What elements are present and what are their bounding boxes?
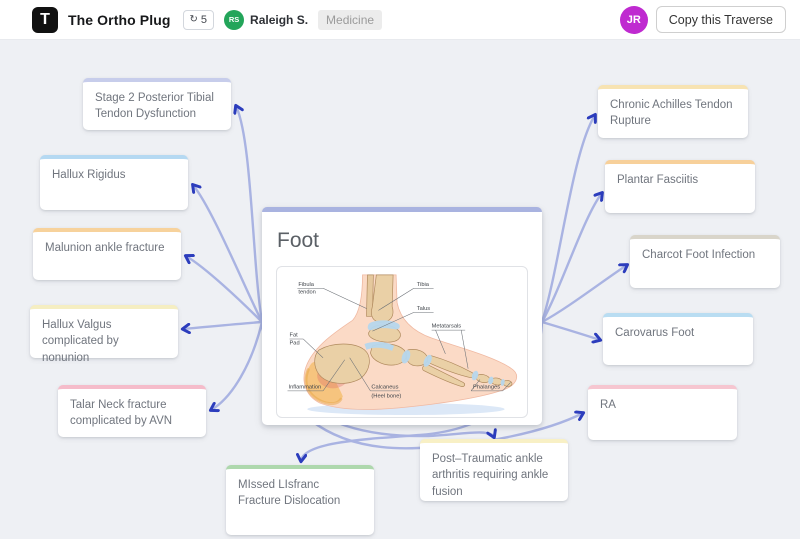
mindmap-canvas[interactable]: Stage 2 Posterior Tibial Tendon Dysfunct… bbox=[0, 40, 800, 539]
center-node-title: Foot bbox=[262, 212, 542, 256]
node-stage2-posterior-tibial-tendon-dysfunction[interactable]: Stage 2 Posterior Tibial Tendon Dysfunct… bbox=[83, 78, 231, 130]
header-left: T The Ortho Plug ↻ 5 RS Raleigh S. Medic… bbox=[32, 7, 382, 33]
diagram-label-phalanges: Phalanges bbox=[473, 384, 500, 390]
logo-letter: T bbox=[40, 11, 50, 29]
app-window: T The Ortho Plug ↻ 5 RS Raleigh S. Medic… bbox=[0, 0, 800, 539]
diagram-label-metatarsals: Metatarsals bbox=[432, 324, 462, 330]
node-hallux-valgus-nonunion[interactable]: Hallux Valgus complicated by nonunion bbox=[30, 305, 178, 358]
node-ra[interactable]: RA bbox=[588, 385, 737, 440]
node-label: RA bbox=[600, 399, 616, 411]
author-avatar: RS bbox=[224, 10, 244, 30]
foot-illustration: Fibula tendon Tibia Talus Metatarsals Fa… bbox=[277, 267, 527, 417]
diagram-label-talus: Talus bbox=[417, 306, 430, 312]
author-name: Raleigh S. bbox=[250, 13, 308, 27]
copy-traverse-button[interactable]: Copy this Traverse bbox=[656, 6, 786, 33]
diagram-label-fat-pad-2: Pad bbox=[290, 340, 300, 346]
edge-foot-to-talar-neck bbox=[211, 322, 262, 410]
diagram-label-fat-pad: Fat bbox=[290, 333, 299, 339]
diagram-label-calcaneus: Calcaneus bbox=[371, 384, 398, 390]
node-label: MIssed LIsfranc Fracture Dislocation bbox=[238, 479, 340, 507]
traverse-count-badge: ↻ 5 bbox=[183, 10, 215, 30]
node-chronic-achilles-rupture[interactable]: Chronic Achilles Tendon Rupture bbox=[598, 85, 748, 138]
node-malunion-ankle-fracture[interactable]: Malunion ankle fracture bbox=[33, 228, 181, 280]
node-charcot-foot-infection[interactable]: Charcot Foot Infection bbox=[630, 235, 780, 288]
node-label: Hallux Rigidus bbox=[52, 169, 126, 181]
node-label: Stage 2 Posterior Tibial Tendon Dysfunct… bbox=[95, 92, 214, 120]
node-label: Plantar Fasciitis bbox=[617, 174, 698, 186]
traverse-count-value: 5 bbox=[201, 14, 207, 26]
node-label: Carovarus Foot bbox=[615, 327, 694, 339]
author-chip[interactable]: RS Raleigh S. bbox=[224, 10, 308, 30]
diagram-label-fibula-tendon: tendon bbox=[298, 290, 316, 296]
node-hallux-rigidus[interactable]: Hallux Rigidus bbox=[40, 155, 188, 210]
traverse-count-icon: ↻ bbox=[190, 15, 198, 25]
app-logo[interactable]: T bbox=[32, 7, 58, 33]
node-post-traumatic-ankle-fusion[interactable]: Post–Traumatic ankle arthritis requiring… bbox=[420, 439, 568, 501]
app-header: T The Ortho Plug ↻ 5 RS Raleigh S. Medic… bbox=[0, 0, 800, 40]
node-label: Chronic Achilles Tendon Rupture bbox=[610, 99, 733, 127]
edge-foot-to-hallux-valgus bbox=[183, 322, 262, 329]
foot-anatomy-diagram: Fibula tendon Tibia Talus Metatarsals Fa… bbox=[276, 266, 528, 418]
node-label: Charcot Foot Infection bbox=[642, 249, 755, 261]
diagram-label-inflammation: Inflammation bbox=[289, 384, 322, 390]
node-missed-lisfranc-dislocation[interactable]: MIssed LIsfranc Fracture Dislocation bbox=[226, 465, 374, 535]
node-label: Post–Traumatic ankle arthritis requiring… bbox=[432, 453, 548, 498]
edge-foot-to-stage2 bbox=[236, 106, 262, 322]
node-talar-neck-avn[interactable]: Talar Neck fracture complicated by AVN bbox=[58, 385, 206, 437]
node-label: Talar Neck fracture complicated by AVN bbox=[70, 399, 172, 427]
node-carovarus-foot[interactable]: Carovarus Foot bbox=[603, 313, 753, 365]
diagram-label-fibula: Fibula bbox=[298, 282, 314, 288]
diagram-label-heel-bone: (Heel bone) bbox=[371, 393, 401, 399]
node-foot[interactable]: Foot bbox=[262, 207, 542, 425]
user-avatar[interactable]: JR bbox=[620, 6, 648, 34]
node-label: Hallux Valgus complicated by nonunion bbox=[42, 319, 119, 364]
header-right: JR Copy this Traverse bbox=[620, 6, 786, 34]
diagram-label-tibia: Tibia bbox=[417, 282, 430, 288]
category-tag: Medicine bbox=[318, 10, 382, 30]
node-plantar-fasciitis[interactable]: Plantar Fasciitis bbox=[605, 160, 755, 213]
edge-foot-to-malunion bbox=[186, 256, 262, 322]
edge-foot-to-carovarus bbox=[542, 322, 600, 340]
node-label: Malunion ankle fracture bbox=[45, 242, 165, 254]
page-title: The Ortho Plug bbox=[68, 12, 171, 28]
